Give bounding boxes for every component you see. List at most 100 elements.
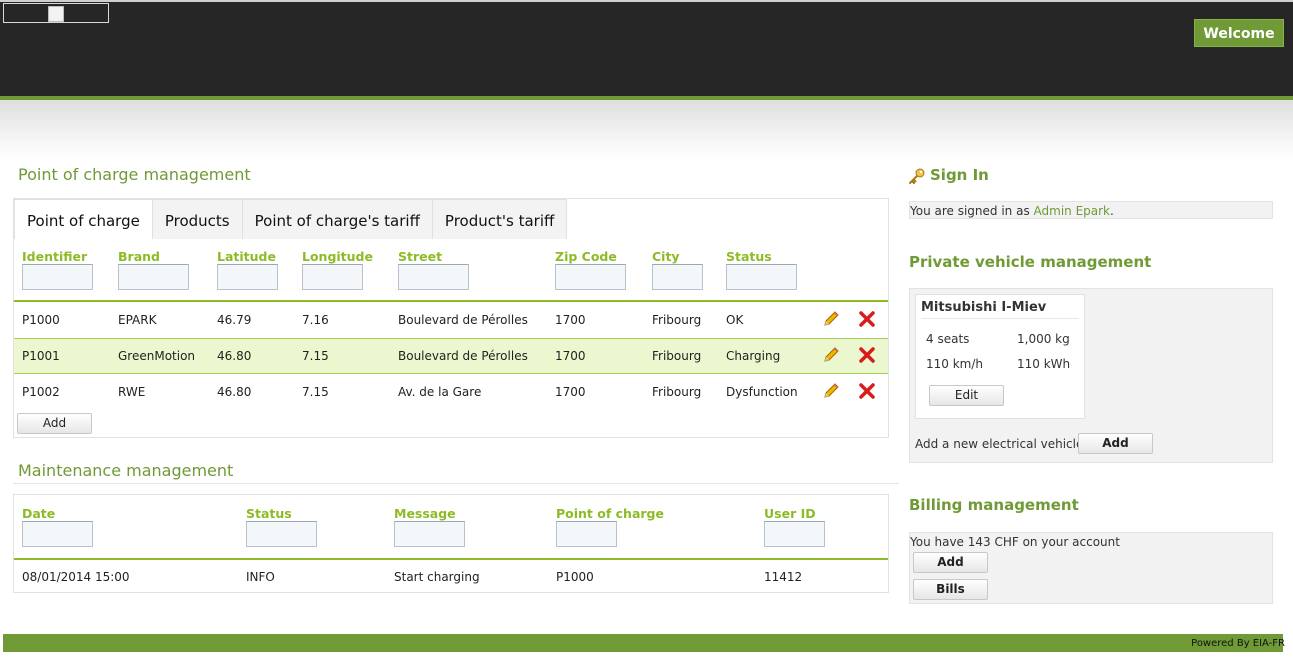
- add-vehicle-button[interactable]: Add: [1078, 433, 1153, 454]
- cell-longitude: 7.16: [302, 313, 329, 327]
- col-header-latitude[interactable]: Latitude: [217, 249, 276, 264]
- welcome-button[interactable]: Welcome: [1194, 19, 1284, 47]
- filter-latitude-input[interactable]: [217, 264, 278, 290]
- col-header-status[interactable]: Status: [246, 506, 292, 521]
- cell-status: Charging: [726, 349, 781, 363]
- logo-broken-image[interactable]: [3, 3, 109, 23]
- filter-status-input[interactable]: [726, 264, 797, 290]
- filter-brand-input[interactable]: [118, 264, 189, 290]
- delete-x-icon[interactable]: [858, 382, 876, 400]
- cell-message: Start charging: [394, 570, 480, 584]
- col-header-street[interactable]: Street: [398, 249, 442, 264]
- signin-title: Sign In: [930, 166, 989, 184]
- cell-brand: GreenMotion: [118, 349, 196, 363]
- cell-zip: 1700: [555, 385, 586, 399]
- filter-longitude-input[interactable]: [302, 264, 363, 290]
- cell-latitude: 46.79: [217, 313, 252, 327]
- cell-status: Dysfunction: [726, 385, 798, 399]
- tab-point-of-charge[interactable]: Point of charge: [14, 199, 153, 239]
- filter-status-input[interactable]: [246, 521, 317, 547]
- vehicle-battery: 110 kWh: [1017, 357, 1071, 371]
- cell-status: OK: [726, 313, 744, 327]
- broken-image-icon: [48, 6, 64, 22]
- cell-latitude: 46.80: [217, 385, 252, 399]
- filter-street-input[interactable]: [398, 264, 469, 290]
- tab-products[interactable]: Products: [152, 199, 243, 239]
- vehicle-speed: 110 km/h: [926, 357, 984, 371]
- table-row[interactable]: P1000 EPARK 46.79 7.16 Boulevard de Péro…: [14, 302, 888, 338]
- col-header-user-id[interactable]: User ID: [764, 506, 816, 521]
- vehicle-seats: 4 seats: [926, 332, 970, 346]
- signed-in-user-link[interactable]: Admin Epark: [1034, 204, 1111, 218]
- filter-user-id-input[interactable]: [764, 521, 825, 547]
- cell-status: INFO: [246, 570, 275, 584]
- cell-longitude: 7.15: [302, 349, 329, 363]
- filter-city-input[interactable]: [652, 264, 703, 290]
- col-header-city[interactable]: City: [652, 249, 680, 264]
- vehicle-weight: 1,000 kg: [1017, 332, 1070, 346]
- pencil-icon[interactable]: [822, 346, 840, 364]
- maintenance-section-title: Maintenance management: [18, 461, 234, 480]
- tab-point-of-charge-tariff[interactable]: Point of charge's tariff: [242, 199, 433, 239]
- poc-section-title: Point of charge management: [18, 165, 251, 184]
- cell-street: Av. de la Gare: [398, 385, 482, 399]
- col-header-status[interactable]: Status: [726, 249, 772, 264]
- edit-vehicle-button[interactable]: Edit: [929, 385, 1004, 406]
- cell-identifier: P1001: [22, 349, 60, 363]
- cell-city: Fribourg: [652, 385, 702, 399]
- cell-identifier: P1002: [22, 385, 60, 399]
- pencil-icon[interactable]: [822, 382, 840, 400]
- cell-city: Fribourg: [652, 349, 702, 363]
- key-icon: [909, 168, 925, 184]
- billing-section-title: Billing management: [909, 496, 1079, 514]
- cell-city: Fribourg: [652, 313, 702, 327]
- bills-button[interactable]: Bills: [913, 579, 988, 600]
- col-header-brand[interactable]: Brand: [118, 249, 160, 264]
- poc-tabs: Point of charge Products Point of charge…: [14, 199, 568, 239]
- filter-zip-input[interactable]: [555, 264, 626, 290]
- header-gradient: [0, 100, 1293, 160]
- col-header-identifier[interactable]: Identifier: [22, 249, 87, 264]
- billing-add-button[interactable]: Add: [913, 552, 988, 573]
- filter-date-input[interactable]: [22, 521, 93, 547]
- vehicle-section-title: Private vehicle management: [909, 253, 1152, 271]
- pencil-icon[interactable]: [822, 310, 840, 328]
- cell-identifier: P1000: [22, 313, 60, 327]
- col-header-zip[interactable]: Zip Code: [555, 249, 617, 264]
- filter-identifier-input[interactable]: [22, 264, 93, 290]
- billing-balance-text: You have 143 CHF on your account: [910, 535, 1120, 549]
- tab-product-tariff[interactable]: Product's tariff: [432, 199, 568, 239]
- top-bar: Welcome: [0, 0, 1293, 96]
- cell-zip: 1700: [555, 313, 586, 327]
- table-row[interactable]: P1002 RWE 46.80 7.15 Av. de la Gare 1700…: [14, 374, 888, 410]
- col-header-point-of-charge[interactable]: Point of charge: [556, 506, 664, 521]
- cell-date: 08/01/2014 15:00: [22, 570, 130, 584]
- cell-longitude: 7.15: [302, 385, 329, 399]
- cell-brand: RWE: [118, 385, 146, 399]
- cell-brand: EPARK: [118, 313, 157, 327]
- footer-bar: Powered By EIA-FR: [3, 634, 1285, 652]
- add-vehicle-text: Add a new electrical vehicle: [915, 437, 1084, 451]
- col-header-date[interactable]: Date: [22, 506, 55, 521]
- filter-message-input[interactable]: [394, 521, 465, 547]
- delete-x-icon[interactable]: [858, 310, 876, 328]
- cell-zip: 1700: [555, 349, 586, 363]
- col-header-longitude[interactable]: Longitude: [302, 249, 373, 264]
- signin-status-text: You are signed in as Admin Epark.: [910, 204, 1114, 218]
- col-header-message[interactable]: Message: [394, 506, 456, 521]
- maintenance-divider: [13, 483, 899, 484]
- cell-street: Boulevard de Pérolles: [398, 313, 528, 327]
- cell-street: Boulevard de Pérolles: [398, 349, 528, 363]
- table-row[interactable]: P1001 GreenMotion 46.80 7.15 Boulevard d…: [14, 338, 888, 374]
- signin-prefix: You are signed in as: [910, 204, 1034, 218]
- vehicle-card-divider: [921, 318, 1079, 319]
- vehicle-name: Mitsubishi I-Miev: [921, 300, 1047, 315]
- delete-x-icon[interactable]: [858, 346, 876, 364]
- add-point-of-charge-button[interactable]: Add: [17, 413, 92, 434]
- cell-point-of-charge: P1000: [556, 570, 594, 584]
- table-row[interactable]: 08/01/2014 15:00 INFO Start charging P10…: [14, 559, 888, 595]
- signin-suffix: .: [1110, 204, 1114, 218]
- filter-point-of-charge-input[interactable]: [556, 521, 617, 547]
- cell-user-id: 11412: [764, 570, 803, 584]
- cell-latitude: 46.80: [217, 349, 252, 363]
